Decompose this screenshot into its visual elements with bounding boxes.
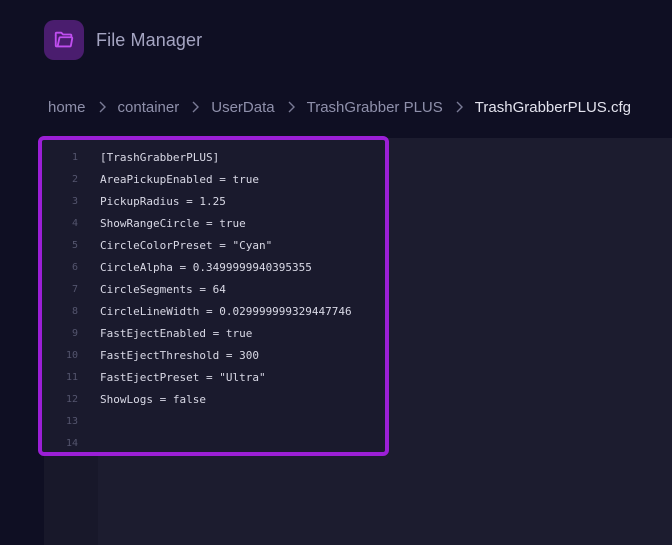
breadcrumb-item-home[interactable]: home — [48, 99, 86, 116]
line-text: FastEjectThreshold = 300 — [100, 348, 259, 362]
code-line[interactable]: 8 CircleLineWidth = 0.029999999329447746 — [42, 300, 385, 322]
code-line[interactable]: 9 FastEjectEnabled = true — [42, 322, 385, 344]
line-number: 3 — [71, 195, 78, 207]
chevron-right-icon — [455, 101, 463, 113]
line-text: CircleAlpha = 0.3499999940395355 — [100, 260, 312, 274]
code-line[interactable]: 3 PickupRadius = 1.25 — [42, 190, 385, 212]
line-text: FastEjectEnabled = true — [100, 326, 253, 340]
line-text: ShowLogs = false — [100, 392, 206, 406]
line-text: [TrashGrabberPLUS] — [100, 150, 220, 164]
code-line[interactable]: 12 ShowLogs = false — [42, 388, 385, 410]
line-number: 6 — [71, 261, 78, 273]
chevron-right-icon — [191, 101, 200, 113]
line-number: 8 — [71, 305, 78, 317]
code-line[interactable]: 4 ShowRangeCircle = true — [42, 212, 385, 234]
line-text: FastEjectPreset = "Ultra" — [100, 370, 266, 384]
breadcrumb: home container UserData TrashGrabber PLU… — [48, 97, 631, 117]
line-number: 12 — [65, 393, 78, 405]
folder-open-icon — [44, 20, 84, 60]
line-text: AreaPickupEnabled = true — [100, 172, 259, 186]
line-text: PickupRadius = 1.25 — [100, 194, 226, 208]
code-line[interactable]: 11 FastEjectPreset = "Ultra" — [42, 366, 385, 388]
code-line[interactable]: 10 FastEjectThreshold = 300 — [42, 344, 385, 366]
file-manager-page: File Manager home container UserData Tra… — [0, 0, 672, 545]
line-number: 2 — [71, 173, 78, 185]
code-line[interactable]: 13 — [42, 410, 385, 432]
line-number: 1 — [71, 151, 78, 163]
breadcrumb-item-userdata[interactable]: UserData — [211, 99, 274, 116]
code-lines: 1 [TrashGrabberPLUS] 2 AreaPickupEnabled = … — [42, 146, 385, 452]
breadcrumb-item-trashgrabber-plus[interactable]: TrashGrabber PLUS — [307, 99, 443, 116]
code-line[interactable]: 6 CircleAlpha = 0.3499999940395355 — [42, 256, 385, 278]
chevron-right-icon — [287, 101, 295, 113]
line-number: 13 — [65, 415, 78, 427]
breadcrumb-item-container[interactable]: container — [118, 99, 180, 116]
chevron-right-icon — [98, 101, 106, 113]
app-title: File Manager — [96, 29, 203, 50]
line-number: 14 — [65, 437, 78, 449]
line-number: 10 — [65, 349, 78, 361]
code-line[interactable]: 7 CircleSegments = 64 — [42, 278, 385, 300]
code-line[interactable]: 2 AreaPickupEnabled = true — [42, 168, 385, 190]
line-number: 11 — [65, 371, 78, 383]
line-text: CircleSegments = 64 — [100, 282, 226, 296]
line-number: 7 — [71, 283, 78, 295]
line-number: 5 — [71, 239, 78, 251]
line-text: CircleColorPreset = "Cyan" — [100, 238, 273, 252]
code-line[interactable]: 1 [TrashGrabberPLUS] — [42, 146, 385, 168]
line-number: 4 — [71, 217, 78, 229]
header: File Manager — [44, 20, 202, 60]
code-editor[interactable]: 1 [TrashGrabberPLUS] 2 AreaPickupEnabled = … — [38, 136, 389, 456]
line-number: 9 — [71, 327, 78, 339]
code-line[interactable]: 5 CircleColorPreset = "Cyan" — [42, 234, 385, 256]
line-text: ShowRangeCircle = true — [100, 216, 246, 230]
line-text: CircleLineWidth = 0.029999999329447746 — [100, 304, 352, 318]
breadcrumb-current-file: TrashGrabberPLUS.cfg — [474, 98, 631, 116]
code-line[interactable]: 14 — [42, 432, 385, 452]
